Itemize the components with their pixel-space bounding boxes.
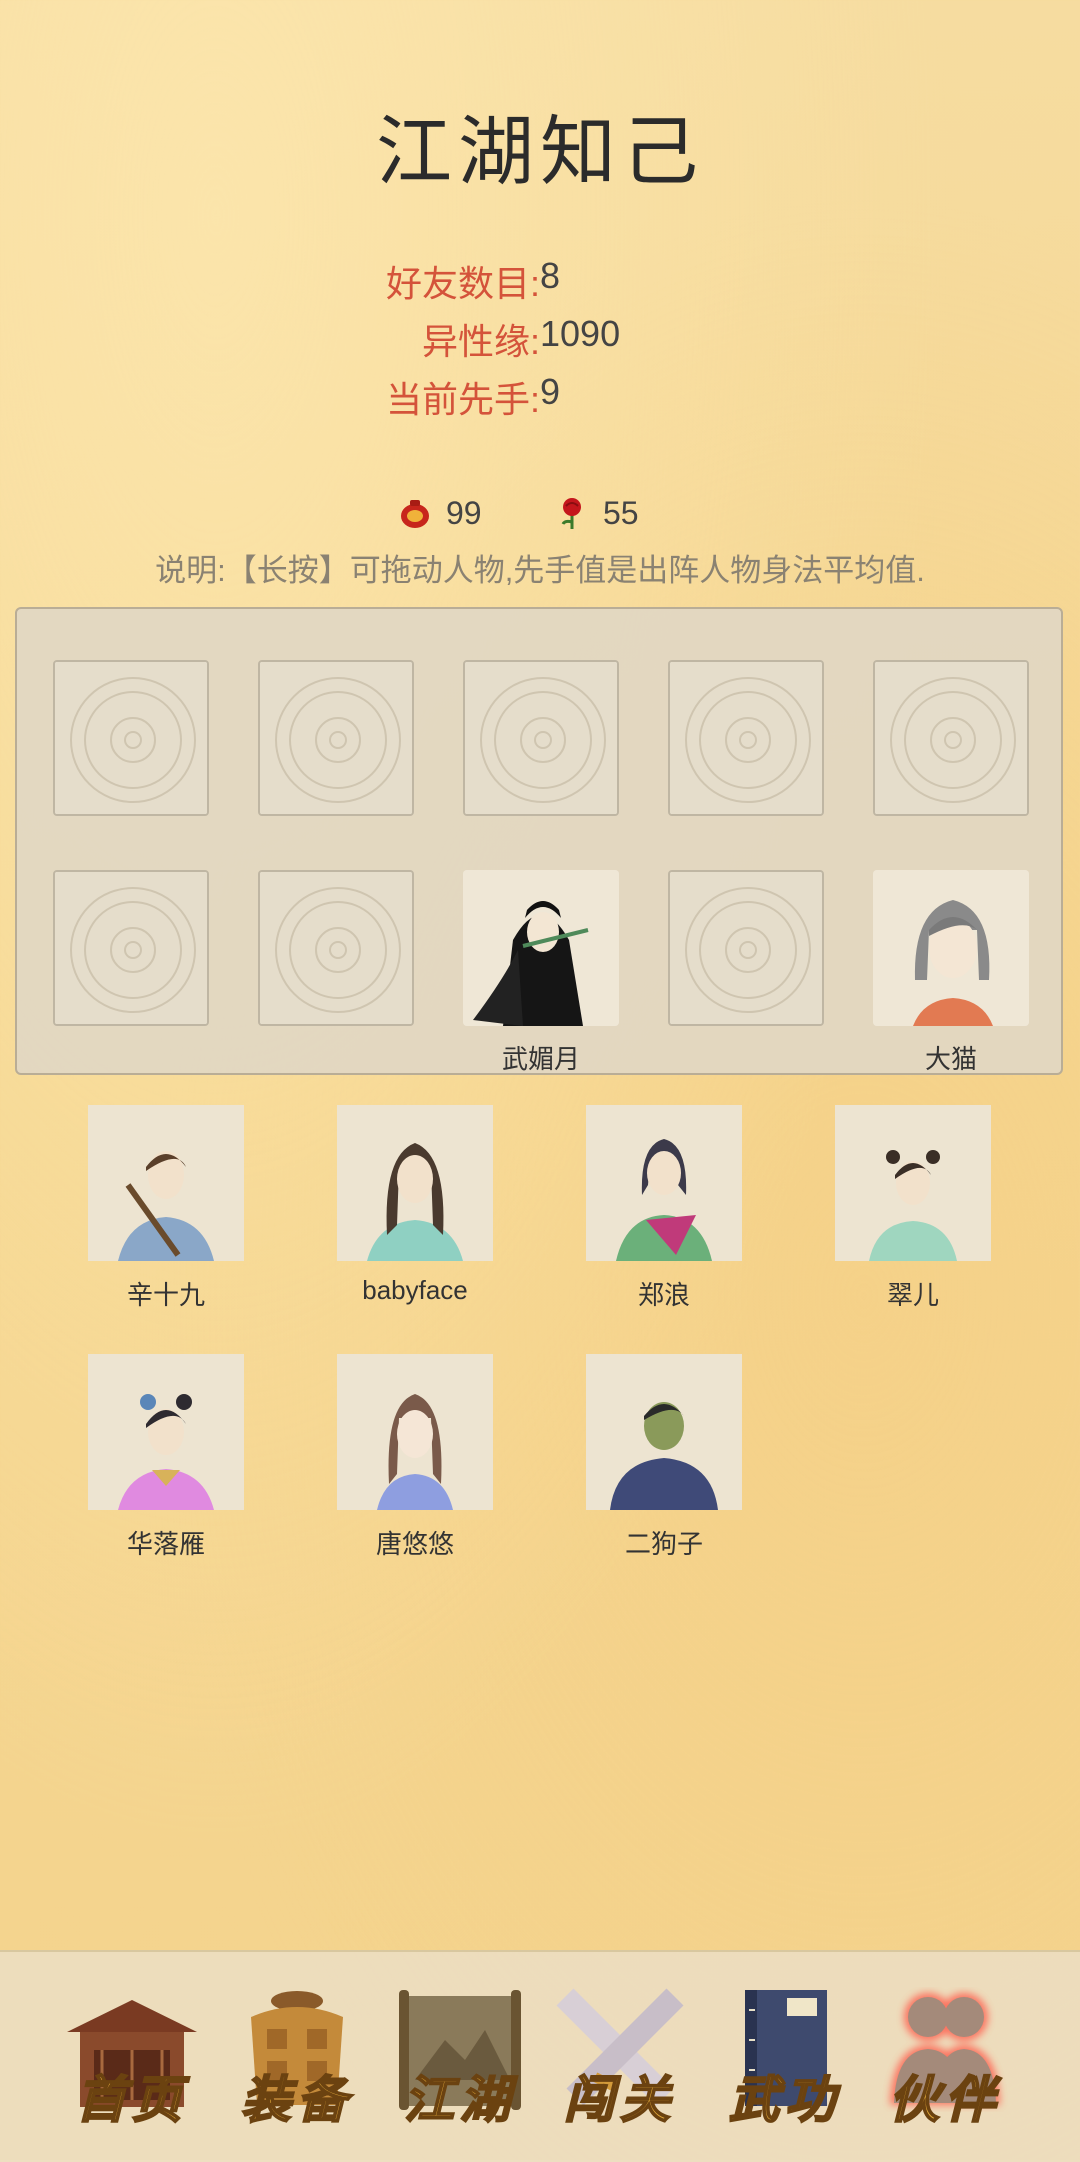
slot-character-name: 大猫 (924, 1044, 977, 1074)
team-formation-panel: 武媚月 大猫 (15, 607, 1063, 1075)
team-slot-empty[interactable] (258, 870, 414, 1026)
character-portrait (337, 1354, 493, 1510)
friend-name: 二狗子 (624, 1529, 703, 1559)
hint-text: 说明:【长按】可拖动人物,先手值是出阵人物身法平均值. (155, 553, 925, 588)
friend-count-label: 好友数目: (385, 263, 540, 304)
team-slot-empty[interactable] (53, 870, 209, 1026)
character-portrait (463, 870, 619, 1026)
character-portrait (586, 1105, 742, 1261)
red-pouch-icon (401, 500, 429, 528)
nav-jianghu[interactable]: 江湖 (385, 1982, 535, 2142)
nav-partners-active[interactable]: 伙伴 (870, 1982, 1020, 2142)
friend-card[interactable] (835, 1105, 991, 1261)
nav-label: 首页 (75, 2069, 188, 2130)
friend-count-row: 好友数目: 8 (0, 255, 1080, 315)
team-slot-empty[interactable] (463, 660, 619, 816)
nav-martial-arts[interactable]: 武功 (710, 1982, 860, 2142)
pouch-resource: 99 (398, 485, 482, 541)
friend-card[interactable] (88, 1354, 244, 1510)
team-slot-empty[interactable] (258, 660, 414, 816)
friend-card[interactable] (88, 1105, 244, 1261)
charm-label: 异性缘: (421, 321, 540, 362)
team-slot-empty[interactable] (668, 660, 824, 816)
nav-label: 伙伴 (888, 2069, 1001, 2130)
nav-challenge[interactable]: 闯关 (545, 1982, 695, 2142)
friend-name: 唐悠悠 (375, 1529, 454, 1559)
team-slot-empty[interactable] (873, 660, 1029, 816)
resource-bar: 99 55 (0, 485, 1080, 541)
nav-label: 装备 (240, 2069, 353, 2130)
friend-name: 郑浪 (637, 1280, 690, 1310)
charm-value: 1090 (540, 313, 621, 354)
bottom-nav: 首页 装备 江湖 闯关 武功 伙伴 (0, 1950, 1080, 2162)
team-slot-empty[interactable] (668, 870, 824, 1026)
nav-label: 江湖 (403, 2069, 516, 2130)
team-slot-character[interactable] (873, 870, 1029, 1026)
friend-card[interactable] (337, 1105, 493, 1261)
friend-name: 辛十九 (126, 1280, 205, 1310)
character-portrait (337, 1105, 493, 1261)
page-title: 江湖知己 (376, 107, 704, 196)
character-portrait (88, 1105, 244, 1261)
initiative-label: 当前先手: (385, 379, 540, 420)
character-portrait (586, 1354, 742, 1510)
friend-count-value: 8 (540, 255, 561, 296)
rose-icon (561, 498, 581, 529)
team-slot-empty[interactable] (53, 660, 209, 816)
nav-label: 闯关 (563, 2069, 676, 2130)
friend-name: 华落雁 (126, 1529, 205, 1559)
friend-name: babyface (362, 1275, 468, 1305)
initiative-row: 当前先手: 9 (0, 371, 1080, 431)
rose-count: 55 (603, 494, 639, 531)
character-portrait (873, 870, 1029, 1026)
slot-character-name: 武媚月 (501, 1044, 580, 1074)
character-portrait (88, 1354, 244, 1510)
nav-label: 武功 (728, 2069, 841, 2130)
friend-card[interactable] (337, 1354, 493, 1510)
rose-resource: 55 (555, 485, 639, 541)
character-portrait (835, 1105, 991, 1261)
team-slot-character[interactable] (463, 870, 619, 1026)
nav-equipment[interactable]: 装备 (222, 1982, 372, 2142)
initiative-value: 9 (540, 371, 561, 412)
friend-card[interactable] (586, 1354, 742, 1510)
nav-home[interactable]: 首页 (57, 1982, 207, 2142)
charm-row: 异性缘: 1090 (0, 313, 1080, 373)
pouch-count: 99 (446, 494, 482, 531)
friend-card[interactable] (586, 1105, 742, 1261)
friend-name: 翠儿 (886, 1280, 939, 1310)
